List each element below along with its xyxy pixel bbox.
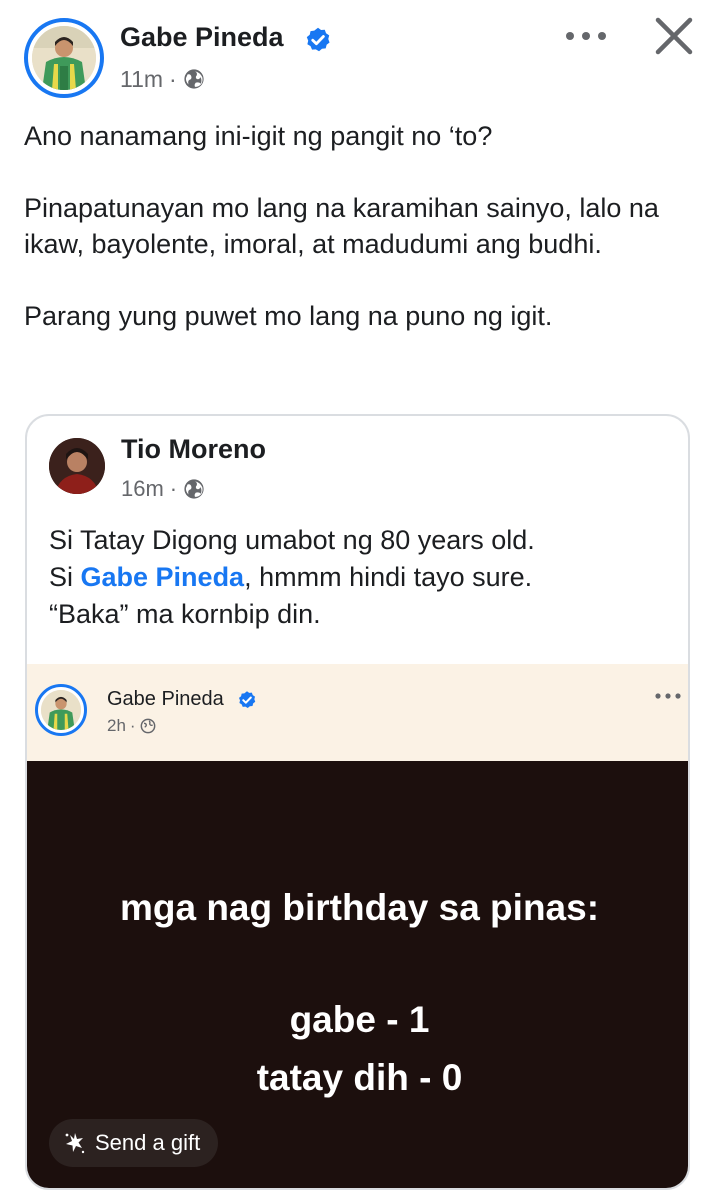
post-header: Gabe Pineda 11m · [0, 0, 713, 110]
shared-line-prefix: Si [49, 562, 81, 592]
globe-icon [140, 718, 155, 734]
send-gift-label: Send a gift [95, 1130, 201, 1155]
image-text-line: tatay dih - 0 [256, 1057, 463, 1098]
embedded-author-avatar [35, 684, 87, 736]
embedded-author-name: Gabe Pineda [107, 688, 224, 710]
shared-author-name[interactable]: Tio Moreno [121, 434, 266, 465]
shared-meta: 16m · [121, 476, 205, 502]
shared-post-body: Si Tatay Digong umabot ng 80 years old. … [49, 522, 669, 633]
globe-icon [184, 479, 204, 499]
post-paragraph: Parang yung puwet mo lang na puno ng igi… [24, 301, 553, 331]
verified-badge-icon [239, 691, 256, 708]
embedded-meta: 2h · [107, 716, 156, 736]
more-options-button[interactable] [560, 18, 612, 54]
meta-separator: · [169, 65, 177, 92]
embedded-more-button [651, 686, 685, 706]
send-gift-button[interactable]: Send a gift [49, 1119, 219, 1167]
post-paragraph: Ano nanamang ini-igit ng pangit no ‘to? [24, 121, 493, 151]
shared-author-avatar[interactable] [49, 438, 105, 494]
verified-badge-icon [306, 27, 330, 52]
author-name[interactable]: Gabe Pineda [120, 22, 284, 53]
avatar-photo [41, 690, 81, 730]
globe-icon [184, 69, 204, 89]
avatar-photo [49, 438, 105, 494]
shared-line-suffix: , hmmm hindi tayo sure. [244, 562, 533, 592]
close-button[interactable] [648, 10, 700, 62]
post-meta: 11m · [120, 64, 205, 94]
more-dots-icon [655, 693, 681, 699]
shared-line: Si Tatay Digong umabot ng 80 years old. [49, 525, 535, 555]
close-icon [655, 17, 693, 55]
post-body: Ano nanamang ini-igit ng pangit no ‘to? … [24, 118, 694, 334]
embedded-image[interactable]: mga nag birthday sa pinas: gabe - 1 tata… [27, 761, 688, 1188]
author-avatar[interactable] [24, 18, 104, 98]
image-text-line: mga nag birthday sa pinas: [119, 887, 600, 928]
post-paragraph: Pinapatunayan mo lang na karamihan sainy… [24, 193, 659, 259]
shared-line: “Baka” ma kornbip din. [49, 599, 321, 629]
mention-link[interactable]: Gabe Pineda [81, 562, 245, 592]
more-dots-icon [566, 32, 606, 40]
embedded-time: 2h [107, 716, 126, 735]
post-time[interactable]: 11m [120, 66, 163, 93]
shared-line: Si Gabe Pineda, hmmm hindi tayo sure. [49, 559, 669, 596]
embedded-post-header: Gabe Pineda 2h · [27, 664, 688, 761]
shared-post-card[interactable]: Tio Moreno 16m · Si Tatay Digong umabot … [25, 414, 690, 1190]
shared-time[interactable]: 16m [121, 476, 164, 502]
meta-separator: · [129, 716, 136, 735]
image-text-line: gabe - 1 [289, 999, 430, 1040]
gift-icon [65, 1133, 85, 1154]
avatar-photo [32, 26, 96, 90]
meta-separator: · [169, 476, 178, 501]
